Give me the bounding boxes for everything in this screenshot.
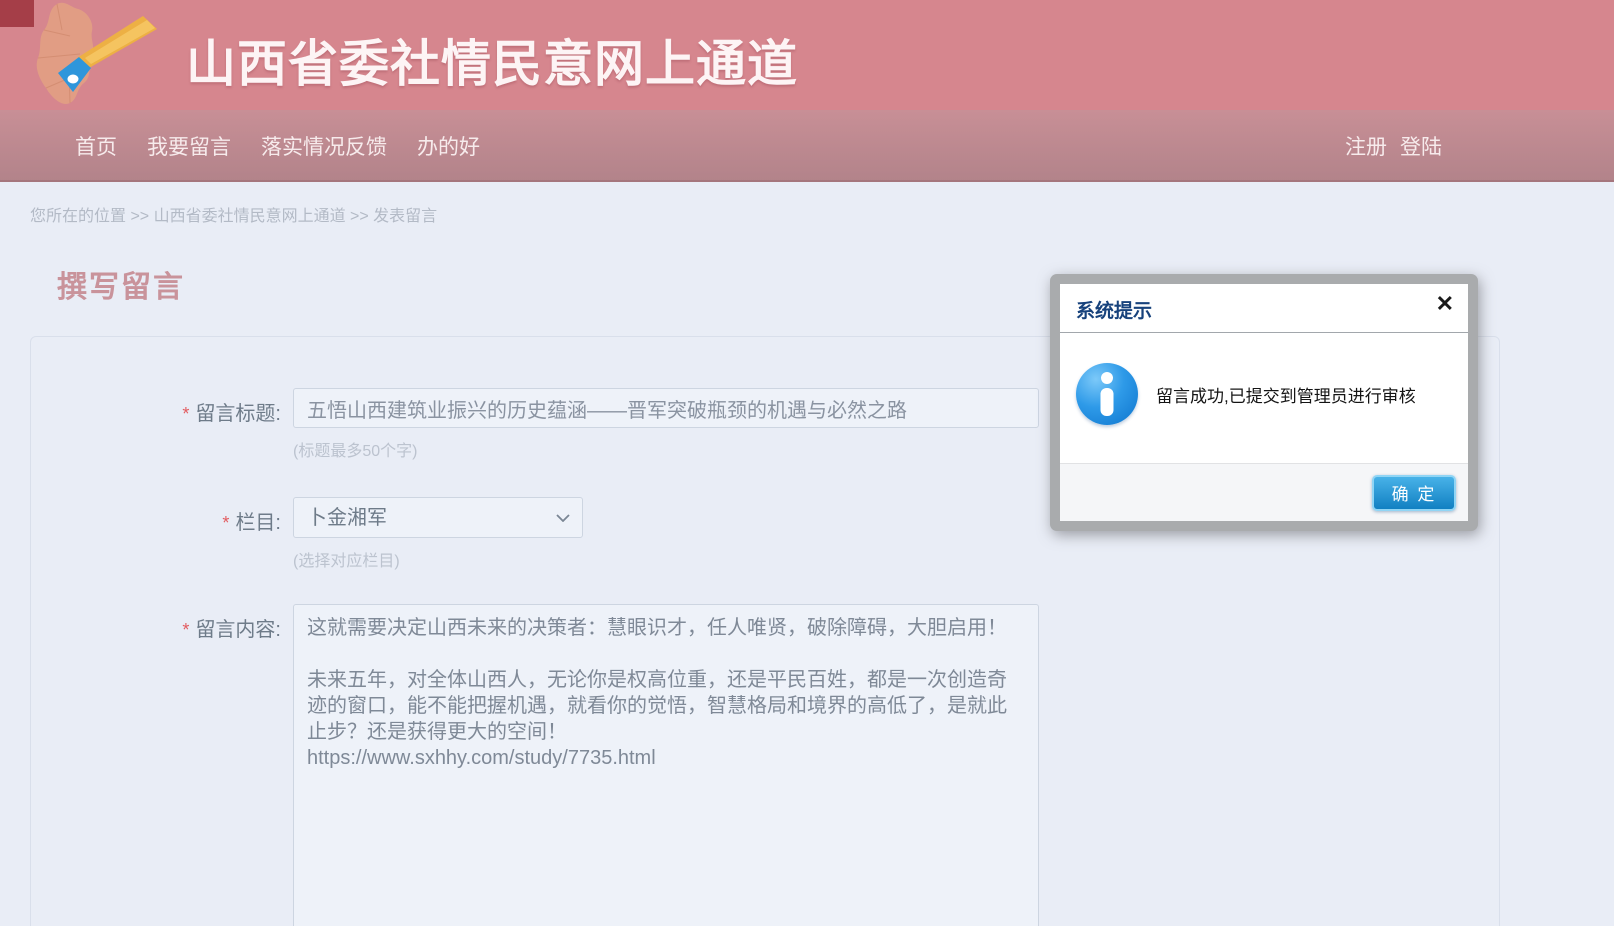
ok-button[interactable]: 确 定	[1372, 475, 1456, 511]
message-title-input[interactable]	[293, 388, 1039, 428]
site-title: 山西省委社情民意网上通道	[186, 24, 798, 96]
column-label-text: 栏目:	[235, 512, 281, 534]
modal-title: 系统提示	[1076, 301, 1152, 322]
modal-body: 留言成功,已提交到管理员进行审核	[1060, 333, 1468, 463]
required-asterisk: *	[182, 620, 189, 640]
title-field-hint: (标题最多50个字)	[293, 437, 1039, 461]
shanxi-map-pen-logo-icon	[25, 2, 175, 110]
required-asterisk: *	[222, 513, 229, 533]
register-link[interactable]: 注册	[1345, 131, 1387, 161]
modal-header: 系统提示 ✕	[1060, 284, 1468, 333]
title-label-text: 留言标题:	[195, 403, 281, 425]
modal-footer: 确 定	[1060, 463, 1468, 521]
required-asterisk: *	[182, 404, 189, 424]
content-field-label: * 留言内容:	[31, 604, 281, 642]
nav-item-leave-message[interactable]: 我要留言	[147, 131, 231, 161]
modal-dialog: 系统提示 ✕ 留言成功,已提交到管理员进行审核 确 定	[1060, 284, 1468, 521]
nav-item-home[interactable]: 首页	[75, 131, 117, 161]
info-icon	[1076, 363, 1138, 425]
breadcrumb: 您所在的位置 >> 山西省委社情民意网上通道 >> 发表留言	[0, 182, 1614, 226]
column-field-hint: (选择对应栏目)	[293, 547, 583, 571]
content-field-col: 这就需要决定山西未来的决策者：慧眼识才，任人唯贤，破除障碍，大胆启用！ 未来五年…	[293, 604, 1039, 926]
column-field-label: * 栏目:	[31, 497, 281, 535]
title-field-label: * 留言标题:	[31, 388, 281, 426]
content-field-row: * 留言内容: 这就需要决定山西未来的决策者：慧眼识才，任人唯贤，破除障碍，大胆启…	[31, 604, 1499, 926]
info-icon-dot	[1101, 372, 1113, 384]
modal-message: 留言成功,已提交到管理员进行审核	[1156, 382, 1416, 407]
column-select-wrap: 卜金湘军	[293, 497, 583, 538]
content-label-text: 留言内容:	[195, 619, 281, 641]
auth-links: 注册 登陆	[1332, 131, 1442, 161]
main-nav: 首页 我要留言 落实情况反馈 办的好 注册 登陆	[0, 110, 1614, 182]
column-field-col: 卜金湘军 (选择对应栏目)	[293, 497, 583, 571]
nav-item-well-done[interactable]: 办的好	[417, 131, 480, 161]
title-field-col: (标题最多50个字)	[293, 388, 1039, 461]
login-link[interactable]: 登陆	[1400, 131, 1442, 161]
site-header: 山西省委社情民意网上通道	[0, 0, 1614, 110]
system-prompt-modal: 系统提示 ✕ 留言成功,已提交到管理员进行审核 确 定	[1050, 274, 1478, 531]
close-icon[interactable]: ✕	[1436, 293, 1454, 315]
nav-item-implementation-feedback[interactable]: 落实情况反馈	[261, 131, 387, 161]
message-content-textarea[interactable]: 这就需要决定山西未来的决策者：慧眼识才，任人唯贤，破除障碍，大胆启用！ 未来五年…	[293, 604, 1039, 926]
column-select[interactable]: 卜金湘军	[293, 497, 583, 538]
info-icon-bar	[1101, 388, 1114, 416]
